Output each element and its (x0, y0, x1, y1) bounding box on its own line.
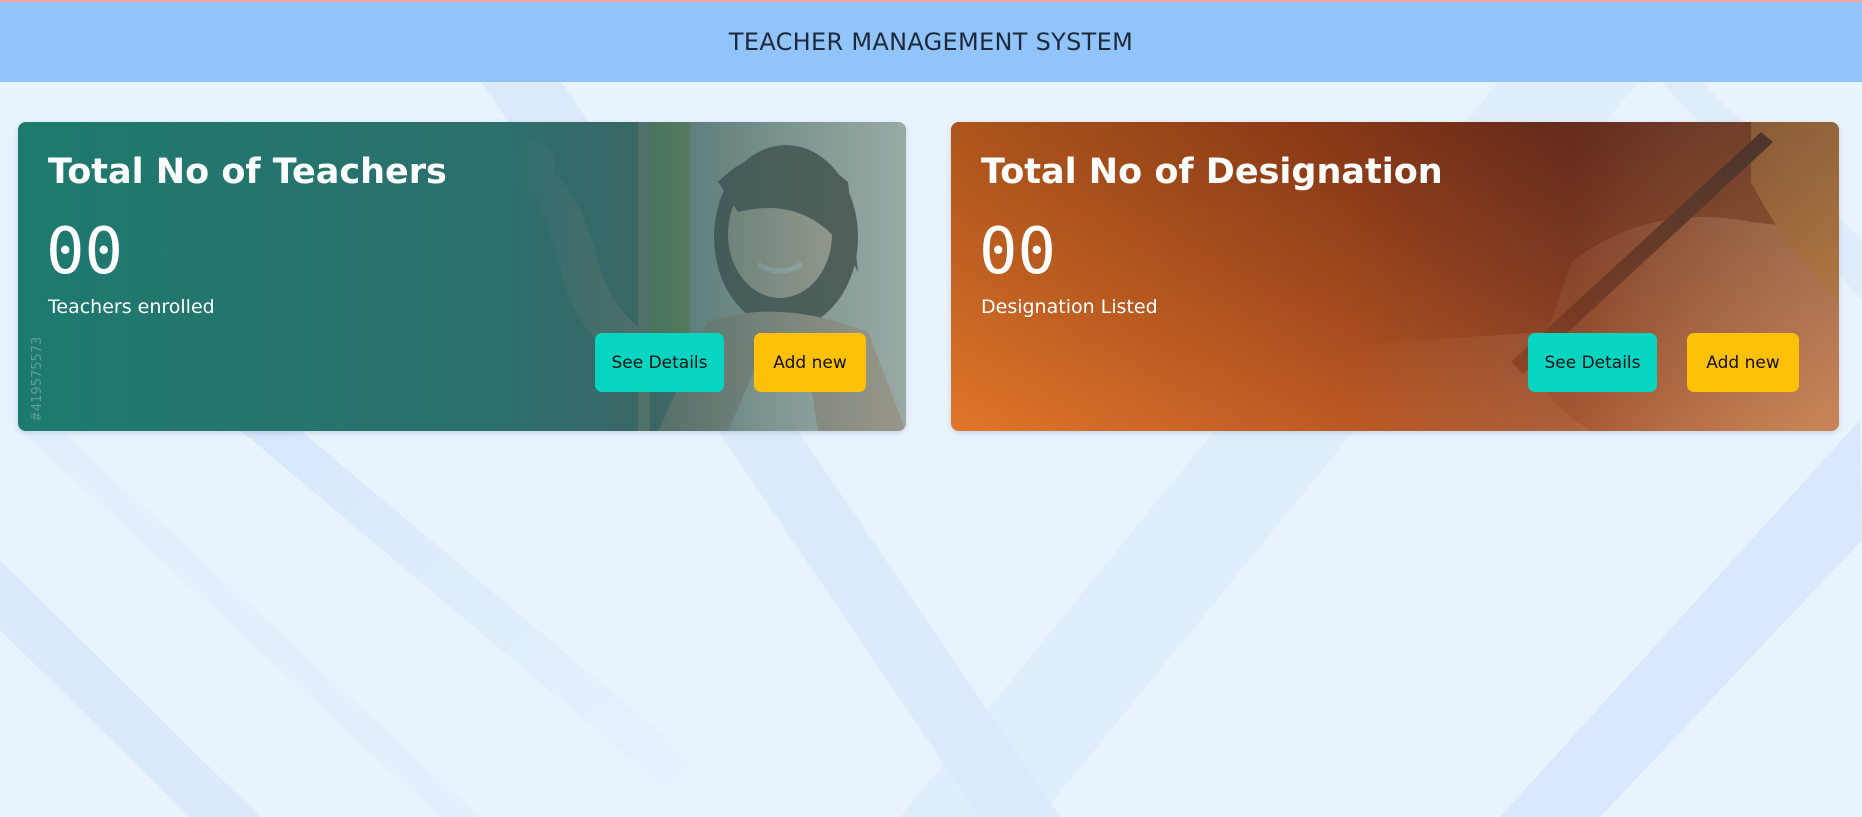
designation-card-title: Total No of Designation (981, 152, 1443, 192)
teachers-add-new-button[interactable]: Add new (754, 333, 866, 392)
app-title: TEACHER MANAGEMENT SYSTEM (728, 28, 1134, 56)
designation-card: Total No of Designation 00 Designation L… (951, 122, 1839, 431)
top-accent-line (0, 0, 1862, 2)
stock-watermark: #419575573 (30, 336, 45, 422)
teachers-caption: Teachers enrolled (48, 296, 215, 318)
designation-add-new-button[interactable]: Add new (1687, 333, 1799, 392)
teachers-card: Total No of Teachers 00 Teachers enrolle… (18, 122, 906, 431)
designation-count: 00 (979, 215, 1057, 289)
teachers-card-title: Total No of Teachers (48, 152, 447, 192)
designation-see-details-button[interactable]: See Details (1528, 333, 1657, 392)
teachers-count: 00 (46, 215, 124, 289)
teachers-see-details-button[interactable]: See Details (595, 333, 724, 392)
designation-caption: Designation Listed (981, 296, 1158, 318)
app-header: TEACHER MANAGEMENT SYSTEM (0, 2, 1862, 82)
